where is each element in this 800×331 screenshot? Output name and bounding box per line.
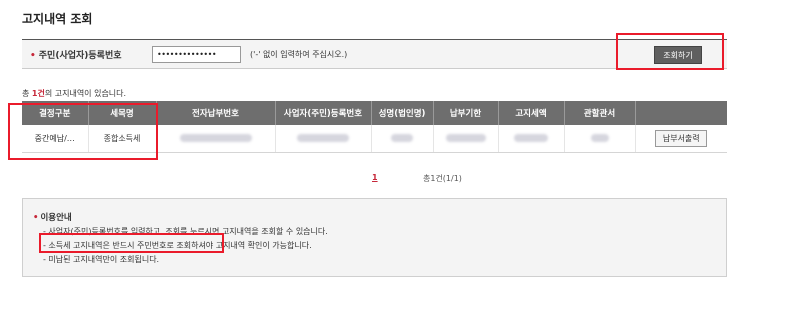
col-header-tax-office: 관할관서: [564, 101, 636, 125]
redacted-tax-amount: [514, 134, 548, 143]
registration-number-input[interactable]: ••••••••••••••: [152, 46, 241, 63]
search-label-text: 주민(사업자)등록번호: [38, 51, 122, 61]
col-header-epay-number: 전자납부번호: [156, 101, 276, 125]
search-hint: ('-' 없이 입력하여 주십시오.): [250, 50, 348, 59]
cell-tax-amount: [498, 125, 565, 153]
cell-registration-number: [275, 125, 372, 153]
redacted-epay-number: [179, 134, 252, 143]
col-header-due-date: 납부기한: [433, 101, 499, 125]
highlight-search-button: [616, 33, 724, 70]
col-header-name: 성명(법인명): [371, 101, 434, 125]
search-label: • 주민(사업자)등록번호: [30, 48, 122, 61]
result-count: 총 1건의 고지내역이 있습니다.: [22, 88, 126, 99]
usage-guide-title-text: 이용안내: [40, 213, 72, 223]
bullet-icon: •: [30, 51, 36, 61]
col-header-action: [635, 101, 727, 125]
redacted-tax-office: [590, 134, 609, 143]
result-count-prefix: 총: [22, 89, 32, 98]
result-count-number: 1건: [31, 89, 45, 98]
cell-epay-number: [156, 125, 276, 153]
col-header-registration-number: 사업자(주민)등록번호: [275, 101, 372, 125]
usage-guide-line: - 미납된 고지내역만이 조회됩니다.: [43, 255, 160, 264]
col-header-tax-amount: 고지세액: [498, 101, 565, 125]
highlight-decision-columns: [8, 103, 158, 160]
redacted-due-date: [445, 134, 486, 143]
pagination-total: 총1건(1/1): [423, 174, 462, 183]
usage-guide-title: • 이용안내: [33, 211, 72, 223]
page-link-1[interactable]: 1: [372, 173, 378, 182]
redacted-name: [391, 134, 413, 143]
cell-action: 납부서출력: [635, 125, 727, 153]
highlight-income-tax-note: [39, 233, 224, 253]
cell-due-date: [433, 125, 499, 153]
redacted-registration-number: [297, 134, 349, 143]
bullet-icon: •: [33, 213, 39, 223]
print-payment-slip-button[interactable]: 납부서출력: [655, 129, 708, 147]
result-count-suffix: 의 고지내역이 있습니다.: [44, 89, 127, 98]
page-title: 고지내역 조회: [22, 12, 93, 26]
cell-tax-office: [564, 125, 636, 153]
cell-name: [371, 125, 434, 153]
